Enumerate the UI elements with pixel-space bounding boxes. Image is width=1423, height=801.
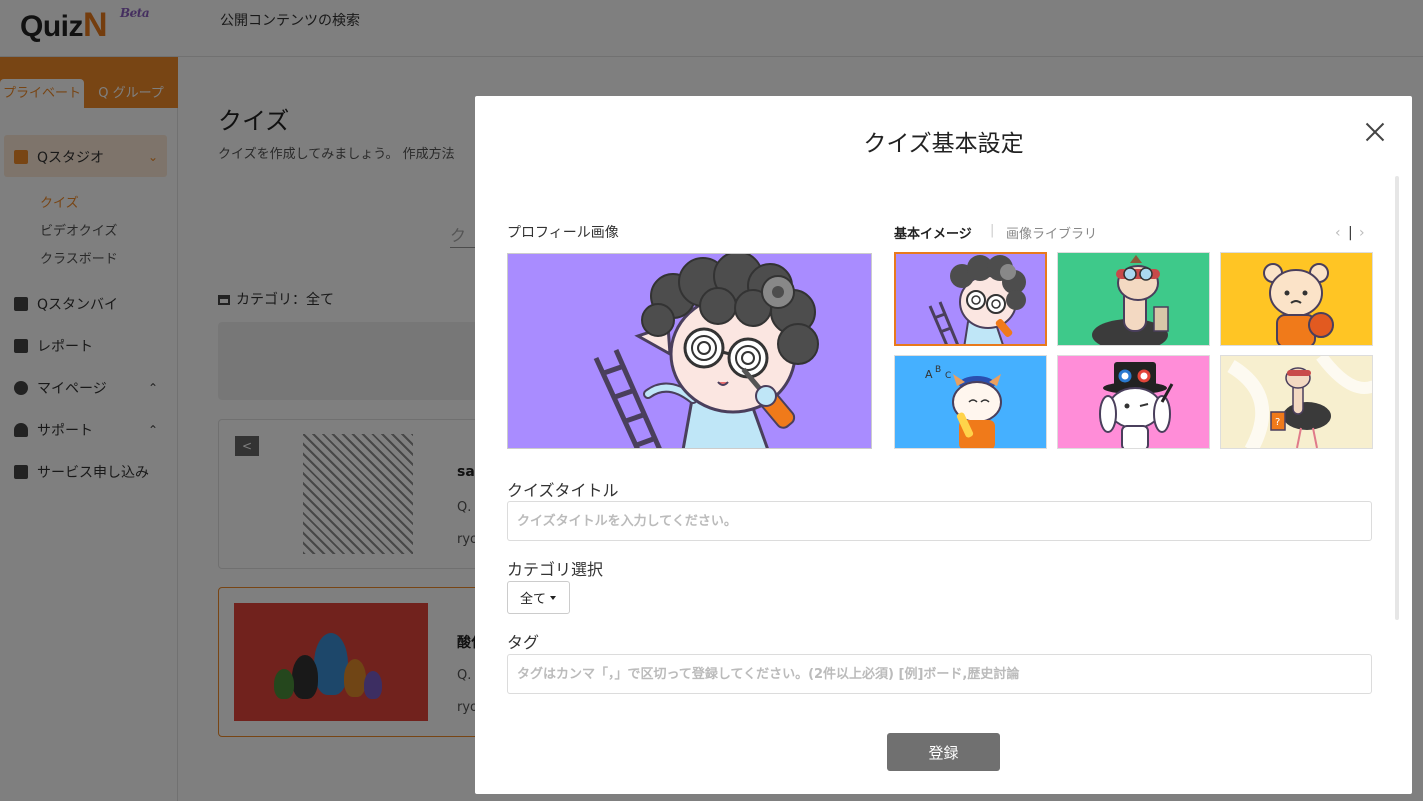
profile-image-label: プロフィール画像 <box>507 225 619 241</box>
image-option-yellow-bear[interactable] <box>1220 252 1373 346</box>
image-option-purple-scientist[interactable] <box>894 252 1047 346</box>
image-option-green-goggles[interactable] <box>1057 252 1210 346</box>
close-icon[interactable] <box>1363 120 1387 144</box>
svg-text:?: ? <box>1275 417 1280 428</box>
quiz-title-label: クイズタイトル <box>507 481 619 500</box>
caret-down-icon <box>550 595 557 600</box>
quiz-settings-modal: クイズ基本設定 プロフィール画像 基本イメージ | 画像ライブラリ ‹ | › … <box>475 96 1412 794</box>
modal-scrollbar[interactable] <box>1395 176 1399 620</box>
tag-input[interactable] <box>507 654 1372 694</box>
profile-image-preview <box>507 253 872 449</box>
category-dropdown[interactable]: 全て <box>507 581 570 614</box>
svg-text:C: C <box>945 371 951 381</box>
register-button[interactable]: 登録 <box>887 733 1000 771</box>
tab-separator: | <box>990 223 995 238</box>
tag-label: タグ <box>507 633 540 652</box>
tab-basic-image[interactable]: 基本イメージ <box>894 223 972 242</box>
svg-text:B: B <box>935 365 941 375</box>
image-option-cream-ostrich[interactable]: ? <box>1220 355 1373 449</box>
svg-text:A: A <box>925 368 933 381</box>
pager-divider: | <box>1348 225 1353 241</box>
chevron-right-icon[interactable]: › <box>1359 225 1365 241</box>
tab-image-library[interactable]: 画像ライブラリ <box>1006 223 1097 242</box>
image-option-blue-cat[interactable]: A B C <box>894 355 1047 449</box>
image-option-pink-magician[interactable] <box>1057 355 1210 449</box>
modal-title: クイズ基本設定 <box>863 131 1024 157</box>
chevron-left-icon[interactable]: ‹ <box>1335 225 1341 241</box>
quiz-title-input[interactable] <box>507 501 1372 541</box>
category-select-label: カテゴリ選択 <box>507 560 604 579</box>
